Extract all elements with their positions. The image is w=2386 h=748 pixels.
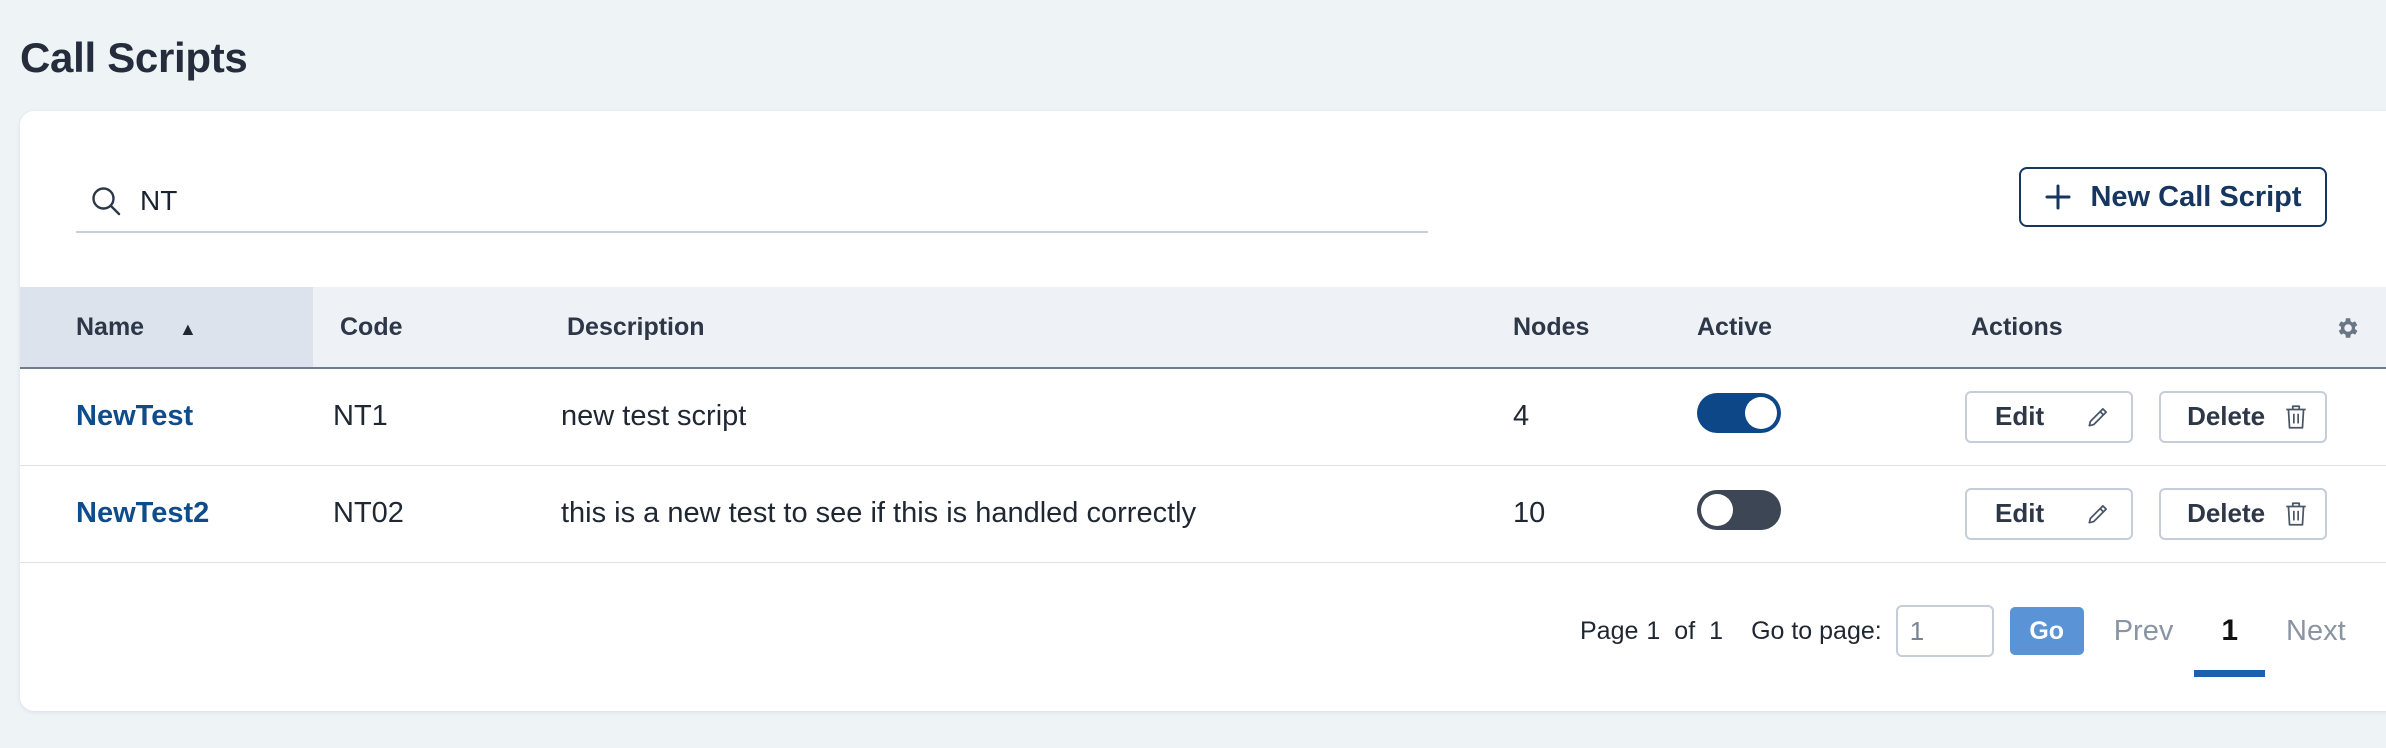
row-description-cell: this is a new test to see if this is han… [561,497,1197,529]
column-header-name[interactable]: Name ▲ [20,287,313,368]
column-header-description-label: Description [567,312,705,341]
edit-button[interactable]: Edit [1965,390,2133,443]
total-pages: 1 [1709,616,1724,645]
delete-button[interactable]: Delete [2159,487,2328,540]
search-input[interactable] [140,176,1340,226]
edit-button-label: Edit [1995,498,2045,528]
new-call-script-button[interactable]: New Call Script [2019,167,2327,227]
row-name-cell: NewTest2 [20,465,313,562]
row-code-cell: NT02 [333,497,404,529]
prev-page-button[interactable]: Prev [2114,615,2174,648]
table-row: NewTest2 NT02 this is a new test to see … [20,465,2386,562]
row-active-cell [1697,465,1945,562]
page-title: Call Scripts [20,34,248,81]
row-code-cell: NT1 [333,400,388,433]
active-toggle[interactable] [1697,489,1781,530]
page-number-button[interactable]: 1 [2194,614,2265,677]
next-page-button[interactable]: Next [2286,615,2346,648]
of-label: of [1674,616,1696,645]
search-bar [76,171,1428,233]
column-header-nodes-label: Nodes [1513,312,1590,341]
column-header-active-label: Active [1697,312,1773,341]
column-header-active[interactable]: Active [1697,287,1945,368]
plus-icon [2044,183,2072,211]
goto-page-label: Go to page: [1751,616,1882,645]
row-nodes-cell: 4 [1513,400,1530,433]
gear-icon[interactable] [2334,315,2360,341]
search-icon [90,184,124,218]
call-scripts-table: Name ▲ Code Description Nodes Active Act… [20,287,2386,563]
toggle-knob [1745,396,1777,429]
delete-button-label: Delete [2187,401,2266,432]
column-header-code-label: Code [340,312,403,341]
column-header-code[interactable]: Code [313,287,547,368]
call-scripts-card: New Call Script Name ▲ Code Description … [20,111,2386,711]
column-header-actions: Actions [1945,287,2386,368]
table-row: NewTest NT1 new test script 4 Edit Delet… [20,368,2386,465]
row-actions-cell: Edit Delete [1945,465,2386,562]
table-header-row: Name ▲ Code Description Nodes Active Act… [20,287,2386,368]
pencil-icon [2085,404,2111,430]
row-description-cell: new test script [561,400,747,433]
pagination: Page 1 of 1 Go to page: Go Prev 1 Next [1580,601,2346,677]
edit-button[interactable]: Edit [1965,487,2133,540]
column-header-actions-label: Actions [1971,312,2063,341]
toggle-knob [1701,493,1733,526]
delete-button-label: Delete [2187,498,2266,528]
current-page-indicator: 1 [1646,616,1661,645]
new-call-script-label: New Call Script [2090,180,2302,213]
pencil-icon [2085,501,2111,527]
delete-button[interactable]: Delete [2159,390,2328,443]
go-button[interactable]: Go [2009,607,2084,655]
edit-button-label: Edit [1995,401,2045,432]
sort-ascending-icon: ▲ [179,318,197,339]
page-label: Page [1580,616,1639,645]
row-actions-cell: Edit Delete [1945,368,2386,465]
row-name-cell: NewTest [20,368,313,465]
column-header-description[interactable]: Description [547,287,1513,368]
goto-page-input[interactable] [1895,605,1994,657]
trash-icon [2283,500,2309,528]
row-active-cell [1697,368,1945,465]
column-header-name-label: Name [76,312,145,341]
row-name-link[interactable]: NewTest2 [76,497,209,529]
active-toggle[interactable] [1697,392,1781,433]
trash-icon [2283,403,2309,431]
column-header-nodes[interactable]: Nodes [1513,287,1697,368]
row-nodes-cell: 10 [1513,497,1546,529]
row-name-link[interactable]: NewTest [76,400,193,432]
